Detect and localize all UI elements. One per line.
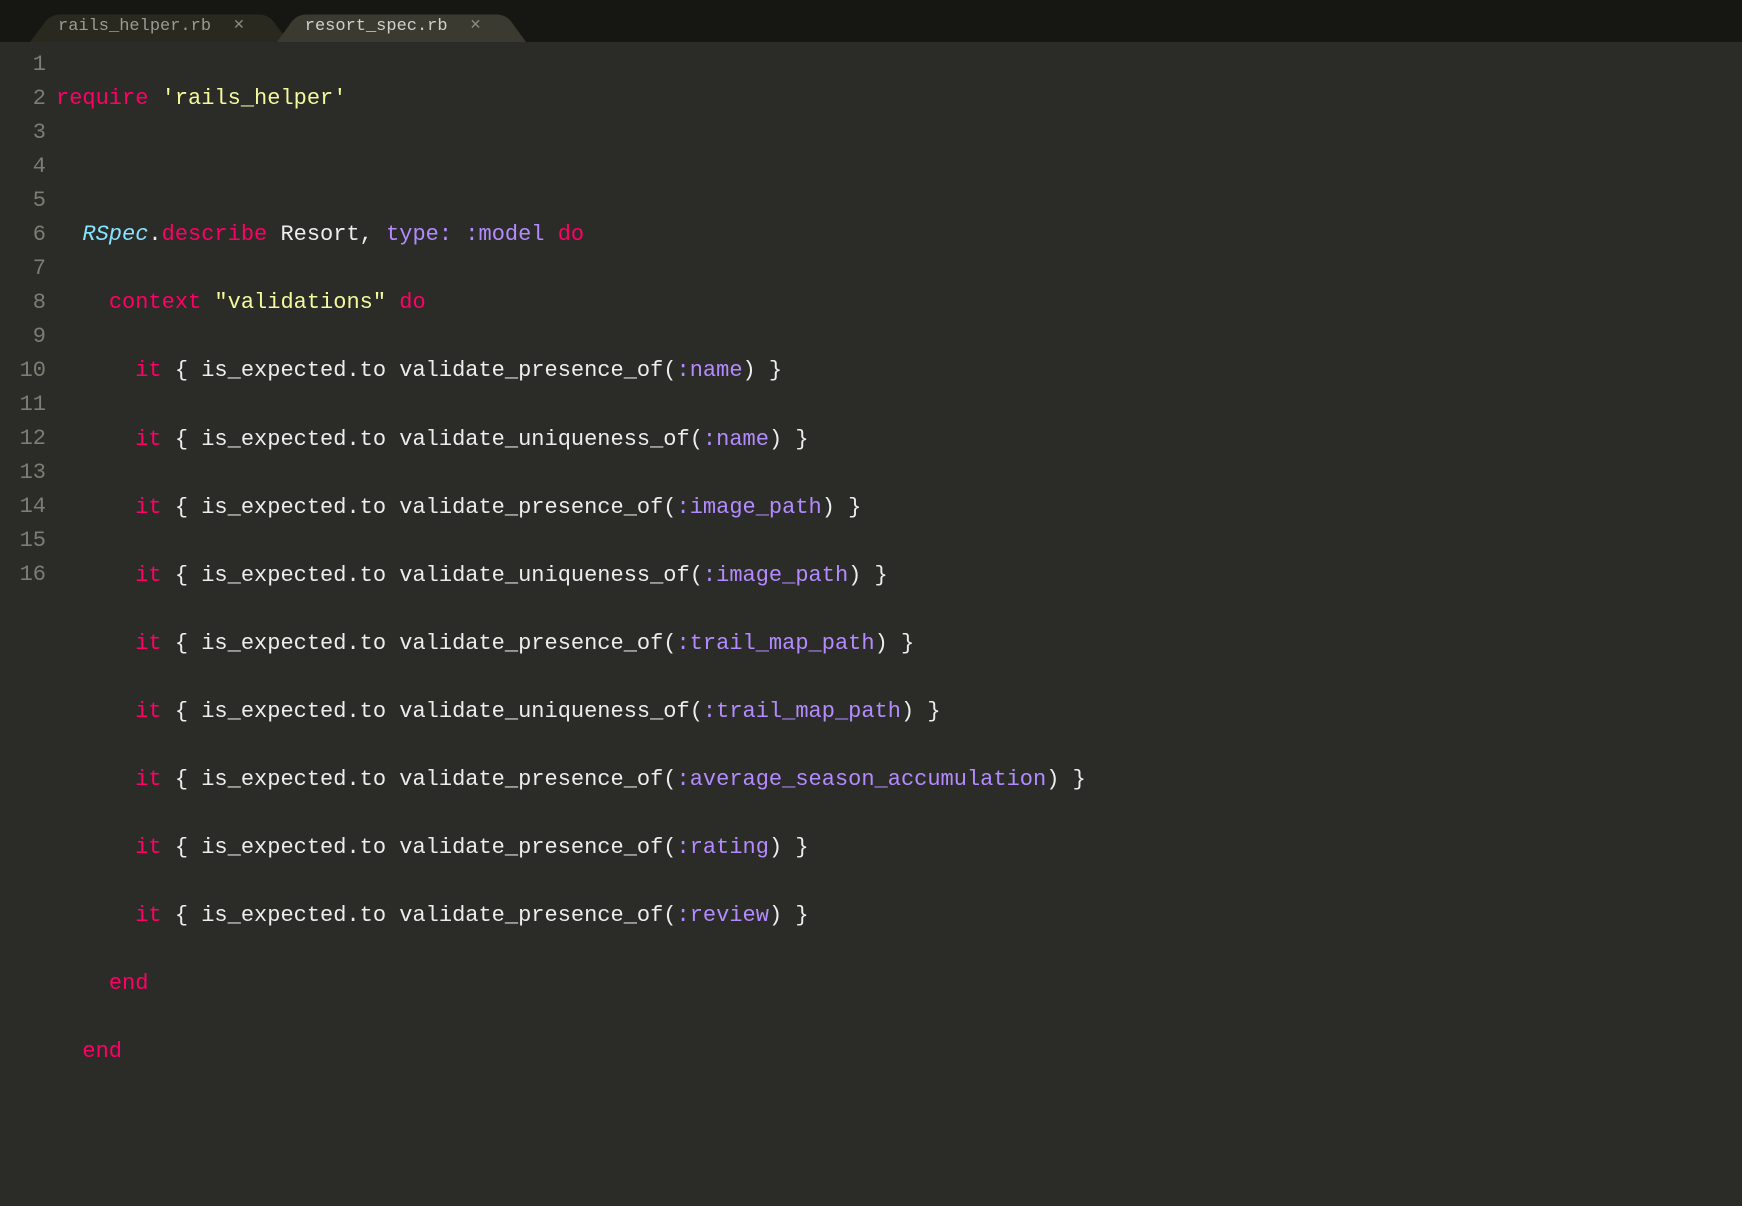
line-number: 13 bbox=[0, 456, 46, 490]
tab-resort-spec[interactable]: resort_spec.rb ✕ bbox=[277, 6, 526, 42]
line-number: 5 bbox=[0, 184, 46, 218]
line-number: 11 bbox=[0, 388, 46, 422]
code-line: end bbox=[56, 967, 1086, 1001]
tab-label: resort_spec.rb bbox=[305, 14, 448, 40]
line-number: 6 bbox=[0, 218, 46, 252]
code-line: it { is_expected.to validate_presence_of… bbox=[56, 763, 1086, 797]
line-number: 8 bbox=[0, 286, 46, 320]
line-number: 7 bbox=[0, 252, 46, 286]
line-number: 1 bbox=[0, 48, 46, 82]
tab-rails-helper[interactable]: rails_helper.rb ✕ bbox=[30, 6, 289, 42]
line-number: 14 bbox=[0, 490, 46, 524]
code-line: it { is_expected.to validate_uniqueness_… bbox=[56, 423, 1086, 457]
close-icon[interactable]: ✕ bbox=[470, 16, 482, 38]
code-line bbox=[56, 1104, 1086, 1138]
code-line: context "validations" do bbox=[56, 286, 1086, 320]
code-line: require 'rails_helper' bbox=[56, 82, 1086, 116]
code-line: it { is_expected.to validate_uniqueness_… bbox=[56, 559, 1086, 593]
tab-bar: rails_helper.rb ✕ resort_spec.rb ✕ bbox=[0, 0, 1742, 42]
code-line: it { is_expected.to validate_presence_of… bbox=[56, 831, 1086, 865]
code-line bbox=[56, 150, 1086, 184]
code-line: it { is_expected.to validate_uniqueness_… bbox=[56, 695, 1086, 729]
code-line: it { is_expected.to validate_presence_of… bbox=[56, 354, 1086, 388]
line-number: 4 bbox=[0, 150, 46, 184]
code-line: RSpec.describe Resort, type: :model do bbox=[56, 218, 1086, 252]
code-line: it { is_expected.to validate_presence_of… bbox=[56, 491, 1086, 525]
line-number: 3 bbox=[0, 116, 46, 150]
line-number: 2 bbox=[0, 82, 46, 116]
line-number: 10 bbox=[0, 354, 46, 388]
line-number: 15 bbox=[0, 524, 46, 558]
code-area[interactable]: require 'rails_helper' RSpec.describe Re… bbox=[56, 42, 1086, 1206]
code-line: it { is_expected.to validate_presence_of… bbox=[56, 899, 1086, 933]
line-number: 12 bbox=[0, 422, 46, 456]
tab-label: rails_helper.rb bbox=[58, 14, 211, 40]
line-number: 9 bbox=[0, 320, 46, 354]
close-icon[interactable]: ✕ bbox=[233, 16, 245, 38]
editor: 1 2 3 4 5 6 7 8 9 10 11 12 13 14 15 16 r… bbox=[0, 42, 1742, 1206]
code-line: end bbox=[56, 1035, 1086, 1069]
line-number: 16 bbox=[0, 558, 46, 592]
line-number-gutter: 1 2 3 4 5 6 7 8 9 10 11 12 13 14 15 16 bbox=[0, 42, 56, 1206]
